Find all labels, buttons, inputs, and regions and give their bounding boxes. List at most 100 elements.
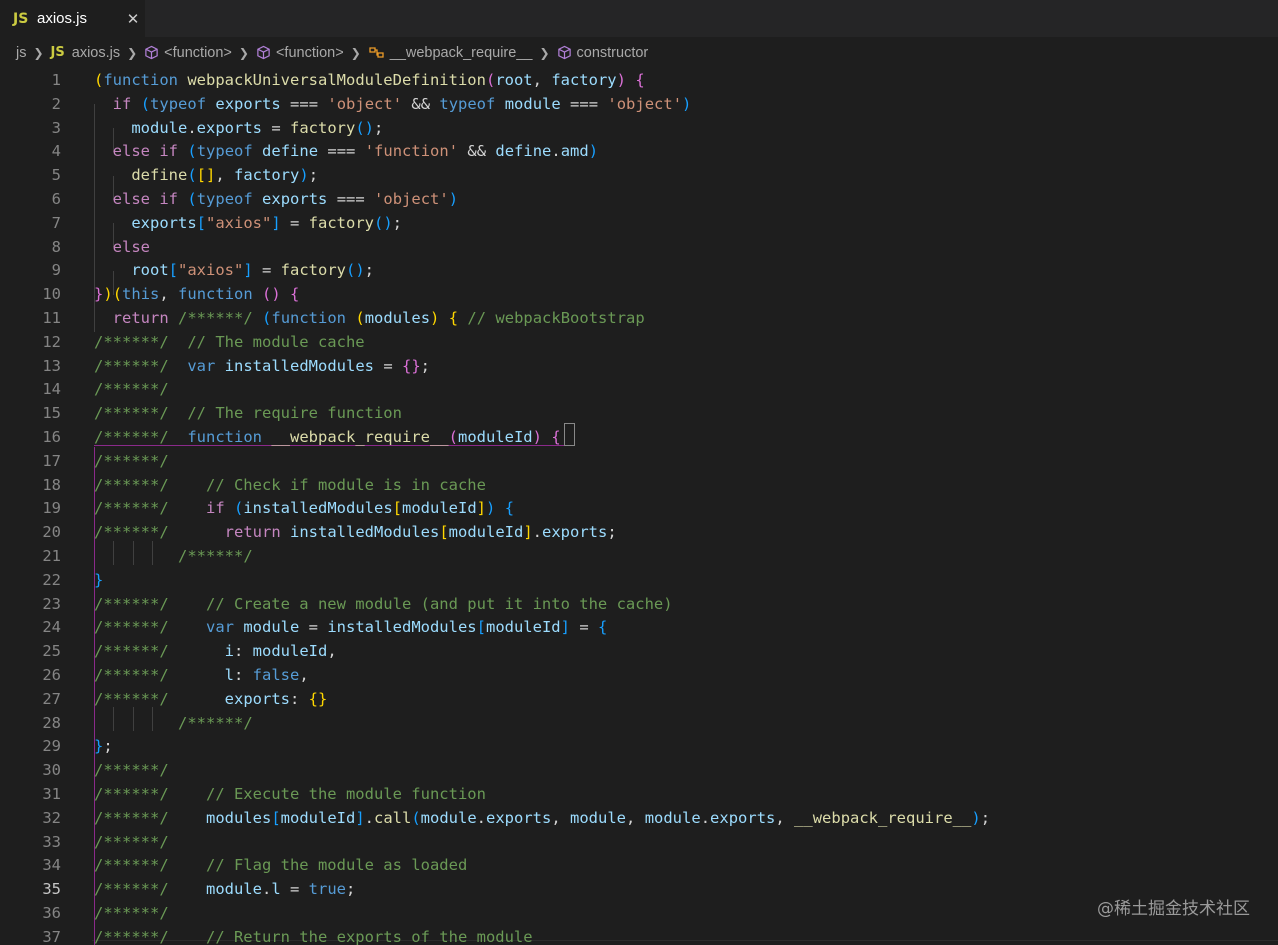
code-line[interactable]: 30 /******/	[0, 758, 1278, 782]
code-token: define	[131, 166, 188, 185]
code-token: module	[644, 808, 701, 827]
code-token: l	[271, 880, 281, 899]
code-line[interactable]: 36 /******/	[0, 901, 1278, 925]
code-line[interactable]: 33 /******/	[0, 830, 1278, 854]
code-token: exports	[262, 190, 328, 208]
code-token: var	[205, 618, 234, 637]
code-token: moduleId	[252, 642, 328, 661]
code-line[interactable]: 18 /******/ // Check if module is in cach…	[0, 473, 1278, 497]
code-line[interactable]: 37 /******/ // Return the exports of the …	[0, 925, 1278, 945]
code-token: module	[243, 618, 300, 637]
line-number: 33	[42, 832, 61, 851]
code-token: ,	[215, 166, 235, 185]
code-line[interactable]: 5 define([], factory);	[0, 163, 1278, 187]
code-token: ]	[243, 261, 253, 280]
code-token: (	[234, 499, 244, 518]
code-line[interactable]: 25 /******/ i: moduleId,	[0, 639, 1278, 663]
code-line[interactable]: 12 /******/ // The module cache	[0, 330, 1278, 354]
code-token: typeof	[196, 190, 253, 208]
code-line[interactable]: 23 /******/ // Create a new module (and p…	[0, 592, 1278, 616]
code-line[interactable]: 24 /******/ var module = installedModules…	[0, 615, 1278, 639]
code-token: ,	[775, 808, 795, 827]
code-line[interactable]: 7 exports["axios"] = factory();	[0, 211, 1278, 235]
code-token: (	[262, 309, 272, 327]
tab-axios-js[interactable]: JS axios.js ✕	[0, 0, 145, 37]
code-token: (	[355, 309, 365, 327]
code-token: /******/	[94, 428, 169, 446]
breadcrumb-function-4[interactable]: constructor	[557, 45, 648, 61]
code-token: )	[299, 166, 309, 185]
code-line[interactable]: 14 /******/	[0, 377, 1278, 401]
breadcrumb-function-3[interactable]: __webpack_require__	[368, 45, 532, 61]
code-line[interactable]: 10})(this, function () {	[0, 282, 1278, 306]
code-token: // Check if module is in cache	[205, 475, 486, 494]
code-token: exports	[131, 213, 197, 232]
code-line[interactable]: 22}	[0, 568, 1278, 592]
line-number: 8	[51, 237, 61, 256]
code-token: /******/	[94, 451, 169, 470]
code-line[interactable]: 34 /******/ // Flag the module as loaded	[0, 853, 1278, 877]
breadcrumb-function-2[interactable]: <function>	[256, 45, 344, 61]
code-token: }	[94, 737, 104, 756]
code-line[interactable]: 35 /******/ module.l = true;	[0, 877, 1278, 901]
code-line[interactable]: 31 /******/ // Execute the module functio…	[0, 782, 1278, 806]
code-token: return	[224, 523, 281, 542]
code-token: /******/	[94, 499, 169, 518]
line-number: 14	[42, 380, 61, 399]
code-line[interactable]: 8 else	[0, 235, 1278, 259]
code-line[interactable]: 3 module.exports = factory();	[0, 116, 1278, 140]
code-text: /******/ // Check if module is in cache	[94, 473, 486, 497]
code-line[interactable]: 32/******/ modules[moduleId].call(module…	[0, 806, 1278, 830]
code-token: call	[374, 808, 412, 827]
code-line[interactable]: 27 /******/ exports: {}	[0, 687, 1278, 711]
code-token: .	[364, 808, 374, 827]
code-token: )	[616, 71, 626, 89]
code-token: /******/	[94, 523, 169, 542]
code-line[interactable]: 4 else if (typeof define === 'function' …	[0, 139, 1278, 163]
breadcrumb-file[interactable]: JS axios.js	[51, 45, 121, 61]
breadcrumb-folder-js[interactable]: js	[16, 45, 26, 61]
cube-icon	[144, 45, 159, 60]
cube-icon	[256, 45, 271, 60]
code-token: =	[262, 118, 290, 137]
line-number: 16	[42, 428, 61, 446]
code-line[interactable]: 28 /******/	[0, 711, 1278, 735]
code-token: ;	[420, 356, 430, 375]
code-token: else	[112, 237, 150, 256]
code-token: {	[290, 285, 300, 304]
close-icon[interactable]: ✕	[121, 10, 145, 28]
code-line[interactable]: 29};	[0, 734, 1278, 758]
code-line[interactable]: 21 /******/	[0, 544, 1278, 568]
line-number: 27	[42, 689, 61, 708]
line-number: 19	[42, 499, 61, 518]
code-token: {	[551, 428, 561, 446]
code-token: installedModules	[224, 356, 374, 375]
code-line[interactable]: 6 else if (typeof exports === 'object')	[0, 187, 1278, 211]
breadcrumb-function-1[interactable]: <function>	[144, 45, 232, 61]
code-line[interactable]: 11 return /******/ (function (modules) {…	[0, 306, 1278, 330]
code-line[interactable]: 16 /******/ function __webpack_require__(…	[0, 425, 1278, 449]
code-token: var	[187, 356, 216, 375]
code-editor[interactable]: 1 (function webpackUniversalModuleDefinit…	[0, 68, 1278, 945]
code-line[interactable]: 9 root["axios"] = factory();	[0, 258, 1278, 282]
code-line[interactable]: 19 /******/ if (installedModules[moduleId…	[0, 496, 1278, 520]
line-number: 4	[51, 142, 61, 161]
code-line[interactable]: 26 /******/ l: false,	[0, 663, 1278, 687]
code-token: moduleId	[280, 808, 356, 827]
code-line[interactable]: 1 (function webpackUniversalModuleDefinit…	[0, 68, 1278, 92]
code-line[interactable]: 2 if (typeof exports === 'object' && typ…	[0, 92, 1278, 116]
code-line[interactable]: 13 /******/ var installedModules = {};	[0, 354, 1278, 378]
code-line[interactable]: 15 /******/ // The require function	[0, 401, 1278, 425]
code-line[interactable]: 20 /******/ return installedModules[modul…	[0, 520, 1278, 544]
code-line[interactable]: 17 /******/	[0, 449, 1278, 473]
